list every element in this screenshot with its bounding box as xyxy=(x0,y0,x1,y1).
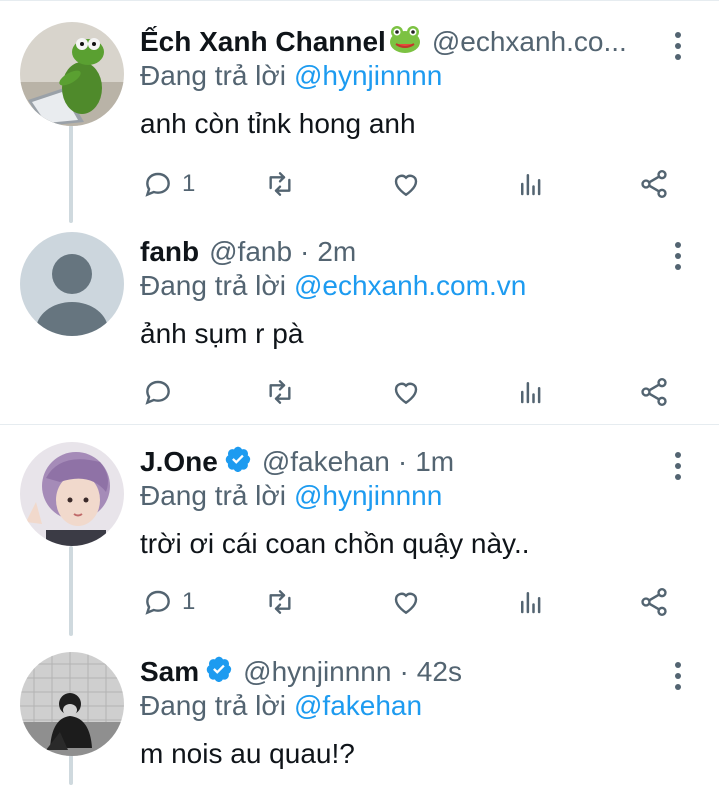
timestamp[interactable]: 1m xyxy=(415,446,454,478)
like-button[interactable] xyxy=(389,372,423,412)
tweet-header: J.One @fakehan · 1m xyxy=(140,442,649,482)
more-vertical-icon[interactable] xyxy=(664,238,692,274)
analytics-icon xyxy=(521,592,541,614)
top-divider xyxy=(0,0,719,1)
analytics-button[interactable] xyxy=(516,164,546,204)
more-vertical-icon[interactable] xyxy=(664,28,692,64)
tweet[interactable]: Sam @hynjinnnn · 42s Đang trả lời @fakeha… xyxy=(0,646,719,785)
tweet-header: Sam @hynjinnnn · 42s xyxy=(140,652,649,692)
action-bar: 1 xyxy=(0,164,719,204)
share-icon xyxy=(641,170,667,198)
share-icon xyxy=(641,378,667,406)
heart-icon xyxy=(394,382,418,405)
analytics-icon xyxy=(521,382,541,404)
frog-emoji-icon xyxy=(388,24,422,61)
share-button[interactable] xyxy=(638,164,670,204)
avatar[interactable] xyxy=(20,22,124,126)
timestamp[interactable]: 42s xyxy=(417,656,462,688)
avatar[interactable] xyxy=(20,232,124,336)
action-bar: 1 xyxy=(0,582,719,622)
more-vertical-icon[interactable] xyxy=(664,448,692,484)
avatar[interactable] xyxy=(20,652,124,756)
share-button[interactable] xyxy=(638,372,670,412)
mention-link[interactable]: @fakehan xyxy=(294,690,422,721)
handle[interactable]: @hynjinnnn xyxy=(243,656,391,688)
replying-to: Đang trả lời @echxanh.com.vn xyxy=(140,270,526,302)
retweet-button[interactable] xyxy=(262,372,298,412)
replying-to: Đang trả lời @hynjinnnn xyxy=(140,60,442,92)
retweet-icon xyxy=(269,590,291,614)
avatar[interactable] xyxy=(20,442,124,546)
mention-link[interactable]: @hynjinnnn xyxy=(294,480,442,511)
replying-prefix: Đang trả lời xyxy=(140,270,286,301)
tweet[interactable]: J.One @fakehan · 1m Đang trả lời @hynjinn… xyxy=(0,436,719,636)
reply-button[interactable]: 1 xyxy=(142,582,195,622)
replying-prefix: Đang trả lời xyxy=(140,60,286,91)
conversation-divider xyxy=(0,424,719,425)
heart-icon xyxy=(394,174,418,197)
tweet-text: trời ơi cái coan chồn quậy này.. xyxy=(140,528,530,559)
display-name[interactable]: J.One xyxy=(140,446,218,478)
action-bar xyxy=(0,372,719,412)
retweet-icon xyxy=(269,172,291,196)
reply-icon xyxy=(145,380,170,405)
analytics-button[interactable] xyxy=(516,582,546,622)
display-name[interactable]: Sam xyxy=(140,656,199,688)
analytics-icon xyxy=(521,174,541,196)
tweet[interactable]: Ếch Xanh Channel @echxanh.co... Đang trả… xyxy=(0,16,719,216)
more-vertical-icon[interactable] xyxy=(664,658,692,694)
tweet-text: anh còn tỉnk hong anh xyxy=(140,108,416,139)
timestamp[interactable]: 2m xyxy=(317,236,356,268)
like-button[interactable] xyxy=(389,582,423,622)
verified-badge-icon xyxy=(224,445,252,480)
replying-to: Đang trả lời @hynjinnnn xyxy=(140,480,442,512)
analytics-button[interactable] xyxy=(516,372,546,412)
tweet-text: ảnh sụm r pà xyxy=(140,318,304,349)
separator: · xyxy=(300,236,310,267)
mention-link[interactable]: @hynjinnnn xyxy=(294,60,442,91)
separator: · xyxy=(399,656,409,687)
reply-button[interactable] xyxy=(142,372,182,412)
reply-count: 1 xyxy=(182,588,196,615)
retweet-button[interactable] xyxy=(262,164,298,204)
retweet-button[interactable] xyxy=(262,582,298,622)
handle[interactable]: @fakehan xyxy=(262,446,390,478)
handle[interactable]: @fanb xyxy=(209,236,292,268)
share-icon xyxy=(641,588,667,616)
like-button[interactable] xyxy=(389,164,423,204)
replying-prefix: Đang trả lời xyxy=(140,480,286,511)
tweet-header: Ếch Xanh Channel @echxanh.co... xyxy=(140,22,649,62)
verified-badge-icon xyxy=(205,655,233,690)
separator: · xyxy=(397,446,408,477)
mention-link[interactable]: @echxanh.com.vn xyxy=(294,270,526,301)
tweet-text: m nois au quau!? xyxy=(140,738,355,769)
heart-icon xyxy=(394,592,418,615)
display-name[interactable]: Ếch Xanh Channel xyxy=(140,26,386,58)
reply-count: 1 xyxy=(182,170,196,197)
reply-icon xyxy=(145,590,170,615)
tweet-header: fanb @fanb · 2m xyxy=(140,232,649,272)
reply-button[interactable]: 1 xyxy=(142,164,195,204)
replying-prefix: Đang trả lời xyxy=(140,690,286,721)
share-button[interactable] xyxy=(638,582,670,622)
tweet[interactable]: fanb @fanb · 2m Đang trả lời @echxanh.com… xyxy=(0,226,719,424)
replying-to: Đang trả lời @fakehan xyxy=(140,690,422,722)
reply-icon xyxy=(145,172,170,197)
retweet-icon xyxy=(269,380,291,404)
handle[interactable]: @echxanh.co... xyxy=(432,26,627,58)
display-name[interactable]: fanb xyxy=(140,236,199,268)
